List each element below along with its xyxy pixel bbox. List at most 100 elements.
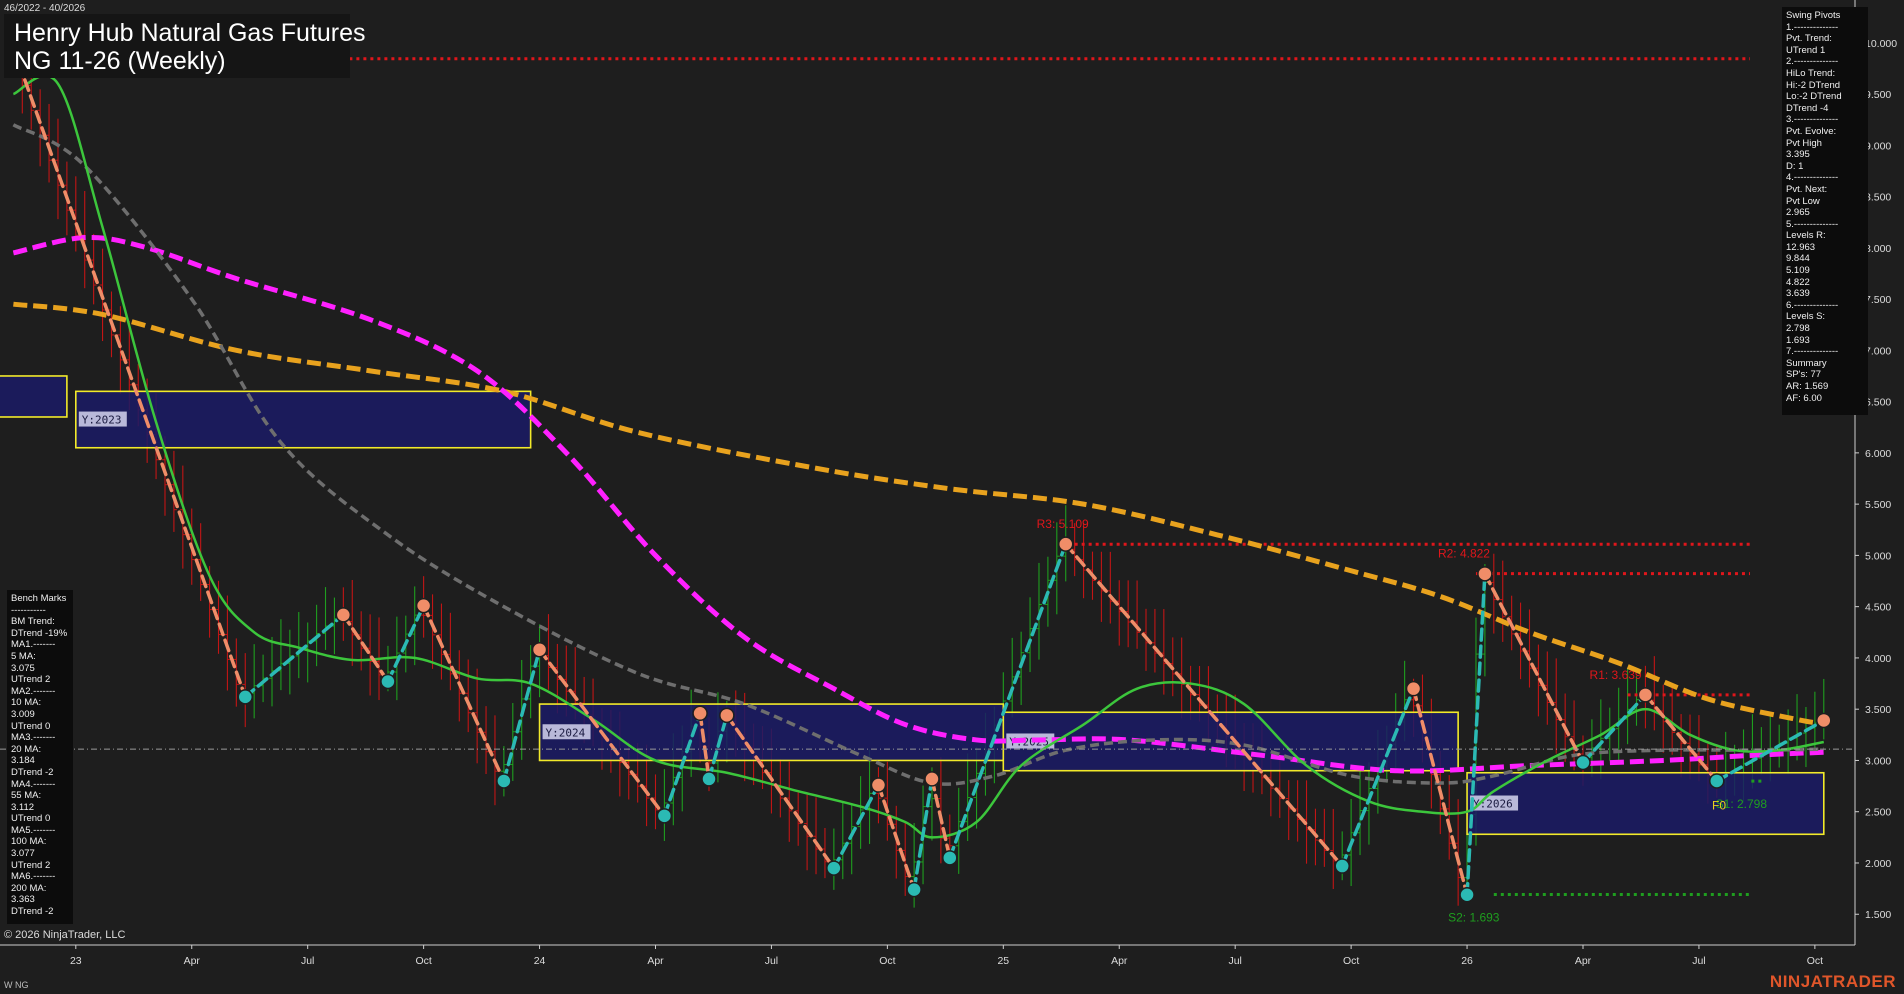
x-tick-label: 26	[1461, 955, 1473, 967]
y-tick-label: 8.000	[1865, 243, 1891, 255]
swing-pivot-low	[380, 673, 396, 690]
swing-panel-line: Pvt. Evolve:	[1786, 125, 1837, 137]
swing-pivot-low	[1459, 887, 1475, 903]
swing-panel-line: SP's: 77	[1786, 369, 1822, 381]
year-box	[0, 375, 68, 418]
x-tick-label: Oct	[1343, 955, 1359, 967]
bench-panel-line: DTrend -2	[11, 766, 54, 778]
swing-panel-line: HiLo Trend:	[1786, 67, 1836, 79]
bench-panel-line: MA2.-------	[11, 685, 56, 697]
swing-pivot-high	[870, 777, 887, 793]
swing-pivot-high	[1477, 566, 1493, 582]
x-tick-label: Jul	[1692, 955, 1705, 967]
x-tick-label: 25	[997, 955, 1009, 967]
bench-panel-line: UTrend 0	[11, 813, 51, 825]
swing-pivot-low	[1334, 858, 1350, 874]
x-tick-label: Apr	[647, 955, 664, 967]
swing-panel-line: 1.693	[1786, 334, 1810, 346]
y-tick-label: 2.000	[1865, 858, 1891, 870]
swing-leg	[1483, 572, 1585, 765]
bench-panel-line: 3.112	[11, 801, 35, 813]
swing-pivot-low	[1575, 754, 1591, 771]
swing-pivot-high	[1816, 712, 1832, 729]
x-tick-label: Oct	[415, 955, 431, 967]
support-label: S2: 1.693	[1448, 910, 1500, 924]
bench-panel-line: UTrend 2	[11, 859, 51, 871]
x-tick-label: 24	[534, 955, 546, 967]
swing-pivot-high	[335, 607, 352, 623]
bench-panel-line: 3.075	[11, 662, 35, 674]
swing-panel-line: 2.--------------	[1786, 56, 1839, 68]
y-tick-label: 9.500	[1865, 89, 1891, 101]
swing-panel-line: 5.109	[1786, 265, 1810, 277]
swing-pivot-high	[1637, 687, 1654, 703]
swing-pivot-low	[942, 850, 958, 866]
y-tick-label: 10.000	[1865, 38, 1897, 50]
ninjatrader-logo: NINJATRADER	[1769, 972, 1896, 991]
swing-pivot-low	[1709, 773, 1725, 789]
swing-leg	[832, 783, 881, 870]
swing-panel-line: Swing Pivots	[1786, 10, 1841, 21]
bench-panel-line: MA3.-------	[11, 732, 56, 744]
bench-panel-line: 3.077	[11, 848, 35, 860]
swing-panel-line: AF: 6.00	[1786, 392, 1822, 404]
year-box	[1466, 771, 1825, 836]
x-tick-label: Apr	[184, 955, 201, 967]
swing-panel-line: DTrend -4	[1786, 102, 1829, 114]
bench-panel-line: Bench Marks	[11, 593, 67, 604]
swing-pivot-low	[701, 771, 717, 787]
bench-panel-line: 5 MA:	[11, 650, 36, 662]
title-box: Henry Hub Natural Gas Futures NG 11-26 (…	[4, 14, 366, 78]
swing-pivot-low	[826, 860, 842, 876]
x-tick-label: Apr	[1575, 955, 1592, 967]
swing-panel-line: Levels S:	[1786, 311, 1826, 323]
date-range-label: 46/2022 - 40/2026	[4, 3, 86, 14]
y-tick-label: 7.000	[1865, 345, 1891, 357]
y-tick-label: 4.000	[1865, 653, 1891, 665]
x-tick-label: Jul	[1228, 955, 1241, 967]
swing-panel-line: 12.963	[1786, 241, 1816, 253]
price-chart[interactable]: Y:2023Y:2024Y:2025Y:2026 R3: 5.109R2: 4.…	[0, 0, 1904, 994]
swing-panel-line: 6.--------------	[1786, 299, 1839, 311]
swing-panel-line: Pvt. Next:	[1786, 183, 1828, 195]
bench-panel-line: MA1.-------	[11, 639, 56, 651]
swing-panel-line: 5.--------------	[1786, 218, 1839, 230]
bench-panel-line: 3.363	[11, 894, 35, 906]
bench-panel-line: MA6.-------	[11, 871, 56, 883]
bench-panel-line: UTrend 0	[11, 720, 51, 732]
y-tick-label: 5.500	[1865, 499, 1891, 511]
swing-panel-line: Levels R:	[1786, 230, 1826, 242]
swing-panel-line: 3.--------------	[1786, 114, 1839, 126]
swing-pivot-high	[531, 641, 548, 658]
swing-panel-line: Summary	[1786, 357, 1827, 369]
x-tick-label: Oct	[1807, 955, 1823, 967]
swing-pivot-high	[924, 771, 940, 787]
y-tick-label: 5.000	[1865, 550, 1891, 562]
bench-panel-line: DTrend -19%	[11, 627, 68, 639]
swing-leg	[421, 603, 506, 783]
x-tick-label: Jul	[301, 955, 314, 967]
swing-panel-line: 4.--------------	[1786, 172, 1839, 184]
bench-panel-line: 20 MA:	[11, 743, 42, 755]
swing-panel-line: Pvt Low	[1786, 195, 1820, 207]
chart-subtitle: NG 11-26 (Weekly)	[14, 47, 226, 75]
bench-panel-line: MA4.-------	[11, 778, 56, 790]
swing-panel-line: Pvt High	[1786, 137, 1822, 149]
y-tick-label: 1.500	[1865, 909, 1891, 921]
bench-panel-line: 3.009	[11, 708, 35, 720]
swing-panel-line: AR: 1.569	[1786, 381, 1829, 392]
swing-panel-line: 4.822	[1786, 276, 1810, 288]
bench-panel-line: DTrend -2	[11, 906, 54, 918]
swing-pivot-low	[496, 773, 512, 789]
swing-panel-line: 9.844	[1786, 253, 1810, 265]
resistance-label: R2: 4.822	[1438, 547, 1490, 561]
year-box-label: Y:2024	[546, 726, 586, 739]
bench-panel-line: 3.184	[11, 755, 35, 767]
bench-marks-panel: Bench Marks ----------- BM Trend: DTrend -1…	[7, 590, 73, 924]
swing-panel-line: UTrend 1	[1786, 44, 1826, 56]
ma-line-55-ma	[12, 123, 1824, 786]
y-tick-label: 4.500	[1865, 602, 1891, 614]
swing-panel-line: 2.965	[1786, 207, 1810, 219]
x-tick-label: 23	[70, 955, 82, 967]
x-tick-label: Apr	[1111, 955, 1128, 967]
